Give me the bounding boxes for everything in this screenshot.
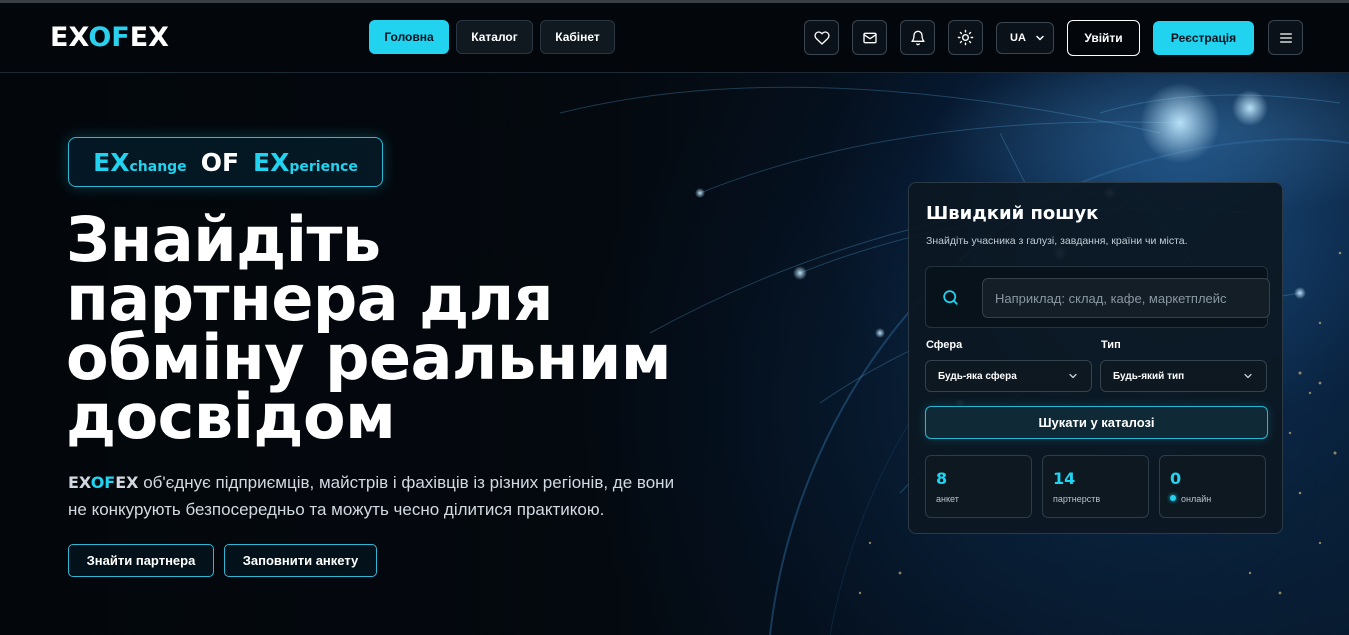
hero-description: EXOFEX об'єднує підприємців, майстрів і … xyxy=(68,469,688,523)
sun-icon xyxy=(957,29,974,46)
stat-value: 14 xyxy=(1053,469,1076,488)
stat-value: 0 xyxy=(1170,469,1182,488)
top-navigation-bar: EXOFEX Головна Каталог Кабінет UA Увійти… xyxy=(0,3,1349,73)
logo-part-of: OF xyxy=(88,22,130,53)
find-partner-button[interactable]: Знайти партнера xyxy=(68,544,214,577)
nav-home-button[interactable]: Головна xyxy=(369,20,449,54)
quick-search-panel: Швидкий пошук Знайдіть учасника з галузі… xyxy=(908,182,1283,534)
mail-icon xyxy=(862,32,877,43)
brand-part-of: OF xyxy=(90,473,116,492)
sphere-select-value: Будь-яка сфера xyxy=(938,370,1017,382)
heart-icon xyxy=(813,30,830,45)
stat-profiles: 8 анкет xyxy=(925,455,1032,518)
badge-ex-2: EX xyxy=(253,148,290,177)
type-label: Тип xyxy=(1101,339,1121,351)
logo-part-ex: EX xyxy=(50,22,89,53)
search-input[interactable] xyxy=(982,278,1270,318)
theme-toggle-button[interactable] xyxy=(948,20,983,55)
sphere-label: Сфера xyxy=(926,339,963,351)
chevron-down-icon xyxy=(1069,373,1077,379)
hamburger-menu-icon xyxy=(1279,32,1292,43)
stat-online: 0 онлайн xyxy=(1159,455,1266,518)
stat-value: 8 xyxy=(936,469,948,488)
search-catalog-button[interactable]: Шукати у каталозі xyxy=(925,406,1268,439)
language-select[interactable]: UA xyxy=(996,22,1054,54)
quick-search-subtitle: Знайдіть учасника з галузі, завдання, кр… xyxy=(926,235,1188,247)
badge-of: OF xyxy=(200,148,240,177)
chevron-down-icon xyxy=(1036,35,1044,41)
stat-partnerships: 14 партнерств xyxy=(1042,455,1149,518)
stat-label-online: онлайн xyxy=(1170,494,1211,504)
online-dot-icon xyxy=(1170,495,1176,501)
badge-change: change xyxy=(129,159,187,175)
stat-label: онлайн xyxy=(1181,494,1212,504)
search-icon xyxy=(943,290,958,305)
brand-part-ex: EX xyxy=(68,473,91,492)
login-button[interactable]: Увійти xyxy=(1067,20,1140,56)
register-button[interactable]: Реєстрація xyxy=(1153,21,1254,55)
search-box xyxy=(925,266,1270,328)
logo-part-ex-2: EX xyxy=(129,22,169,53)
type-select[interactable]: Будь-який тип xyxy=(1100,360,1267,392)
type-select-value: Будь-який тип xyxy=(1113,370,1185,382)
nav-cabinet-button[interactable]: Кабінет xyxy=(540,20,615,54)
menu-button[interactable] xyxy=(1268,20,1303,55)
quick-search-title: Швидкий пошук xyxy=(926,203,1099,224)
badge-ex-1: EX xyxy=(93,148,130,177)
fill-form-button[interactable]: Заповнити анкету xyxy=(224,544,377,577)
messages-button[interactable] xyxy=(852,20,887,55)
language-value: UA xyxy=(1010,32,1026,44)
hero-headline: Знайдіть партнера для обміну реальним до… xyxy=(66,203,672,453)
stat-label: партнерств xyxy=(1053,494,1101,504)
badge-perience: perience xyxy=(289,159,358,175)
description-text: об'єднує підприємців, майстрів і фахівці… xyxy=(68,473,675,519)
bell-icon xyxy=(910,30,925,45)
brand-part-ex-2: EX xyxy=(115,473,139,492)
nav-catalog-button[interactable]: Каталог xyxy=(456,20,533,54)
stat-label: анкет xyxy=(936,494,959,504)
favorites-button[interactable] xyxy=(804,20,839,55)
site-logo[interactable]: EXOFEX xyxy=(50,22,169,53)
chevron-down-icon xyxy=(1244,373,1252,379)
exchange-of-experience-badge: EX change OF EX perience xyxy=(68,137,383,187)
notifications-button[interactable] xyxy=(900,20,935,55)
description-brand: EXOFEX xyxy=(68,473,139,492)
sphere-select[interactable]: Будь-яка сфера xyxy=(925,360,1092,392)
